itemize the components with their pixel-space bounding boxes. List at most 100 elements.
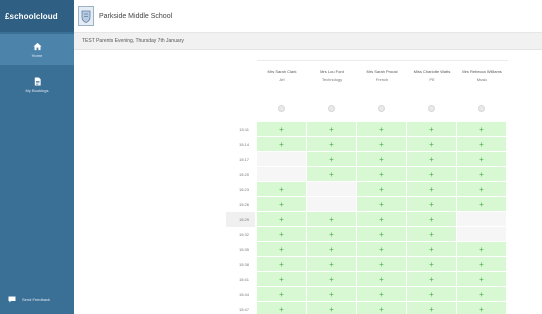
book-slot-button[interactable]: +	[257, 122, 306, 136]
send-feedback-button[interactable]: Send Feedback	[0, 291, 74, 307]
slot-time: 15:17	[238, 157, 249, 162]
event-title: TEST Parents Evening, Thursday 7th Janua…	[82, 38, 184, 44]
book-slot-button[interactable]: +	[407, 167, 456, 181]
book-slot-button[interactable]: +	[407, 302, 456, 314]
book-slot-button[interactable]: +	[257, 182, 306, 196]
slot-time: 15:32	[238, 232, 249, 237]
book-slot-button[interactable]: +	[457, 167, 506, 181]
slot-time: 15:44	[238, 292, 249, 297]
book-slot-button[interactable]: +	[307, 227, 356, 241]
book-slot-button[interactable]: +	[257, 197, 306, 211]
book-slot-button[interactable]: +	[457, 197, 506, 211]
book-slot-button[interactable]: +	[257, 242, 306, 256]
book-slot-button[interactable]: +	[307, 257, 356, 271]
book-slot-button[interactable]: +	[307, 302, 356, 314]
book-slot-button[interactable]: +	[457, 242, 506, 256]
book-slot-button[interactable]: +	[357, 197, 406, 211]
sidebar-item-label: Home	[31, 53, 43, 58]
book-slot-button[interactable]: +	[457, 182, 506, 196]
time-slot-row: 15:26 + + + +	[226, 197, 508, 212]
book-slot-button[interactable]: +	[407, 242, 456, 256]
slot-time: 15:35	[238, 247, 249, 252]
teacher-header-row: Mrs Sarah Clark Art Mrs Lou Ford Technology…	[257, 60, 508, 125]
book-slot-button[interactable]: +	[357, 272, 406, 286]
book-slot-button[interactable]: +	[257, 137, 306, 151]
teacher-column-header: Mrs Sarah Clark Art	[257, 61, 307, 126]
book-slot-button[interactable]: +	[407, 227, 456, 241]
book-slot-button[interactable]: +	[407, 182, 456, 196]
teacher-name: Mrs Sarah Clark	[267, 69, 297, 74]
book-slot-button[interactable]: +	[407, 197, 456, 211]
book-slot-button[interactable]: +	[357, 257, 406, 271]
slot-time: 15:11	[239, 127, 249, 132]
book-slot-button[interactable]: +	[407, 152, 456, 166]
chat-icon	[8, 296, 16, 302]
book-slot-button[interactable]: +	[257, 302, 306, 314]
book-slot-button[interactable]: +	[357, 227, 406, 241]
teacher-subject: PE	[429, 77, 435, 82]
select-teacher-radio[interactable]	[478, 105, 485, 112]
book-slot-button[interactable]: +	[357, 167, 406, 181]
book-slot-button[interactable]: +	[257, 212, 306, 226]
book-slot-button[interactable]: +	[307, 212, 356, 226]
book-slot-button[interactable]: +	[307, 242, 356, 256]
book-slot-button[interactable]: +	[357, 302, 406, 314]
book-slot-button[interactable]: +	[307, 137, 356, 151]
book-slot-button[interactable]: +	[357, 122, 406, 136]
time-slot-row: 15:14 + + + + +	[226, 137, 508, 152]
book-slot-button[interactable]: +	[357, 137, 406, 151]
book-slot-button[interactable]: +	[457, 287, 506, 301]
book-slot-button[interactable]: +	[357, 212, 406, 226]
book-slot-button[interactable]: +	[257, 257, 306, 271]
book-slot-button[interactable]: +	[307, 167, 356, 181]
unavailable-slot	[257, 167, 306, 181]
book-slot-button[interactable]: +	[457, 302, 506, 314]
book-slot-button[interactable]: +	[457, 257, 506, 271]
book-slot-button[interactable]: +	[457, 137, 506, 151]
teacher-subject: Art	[279, 77, 285, 82]
book-slot-button[interactable]: +	[407, 122, 456, 136]
book-slot-button[interactable]: +	[457, 122, 506, 136]
time-slot-row: 15:47 + + + + +	[226, 302, 508, 314]
slot-time: 15:23	[238, 187, 249, 192]
book-slot-button[interactable]: +	[307, 272, 356, 286]
book-slot-button[interactable]: +	[357, 152, 406, 166]
send-feedback-label: Send Feedback	[22, 296, 51, 302]
time-slot-row: 15:20 + + + +	[226, 167, 508, 182]
book-slot-button[interactable]: +	[407, 137, 456, 151]
time-slot-row: 15:35 + + + + +	[226, 242, 508, 257]
book-slot-button[interactable]: +	[407, 287, 456, 301]
book-slot-button[interactable]: +	[407, 272, 456, 286]
book-slot-button[interactable]: +	[307, 287, 356, 301]
slot-time: 15:47	[238, 307, 249, 312]
app-logo-text: £schoolcloud	[5, 11, 58, 21]
book-slot-button[interactable]: +	[357, 242, 406, 256]
book-slot-button[interactable]: +	[407, 257, 456, 271]
sidebar: £schoolcloud Home My Bookings Send Feedb…	[0, 0, 74, 314]
time-slot-row: 15:44 + + + + +	[226, 287, 508, 302]
book-slot-button[interactable]: +	[457, 272, 506, 286]
book-slot-button[interactable]: +	[357, 182, 406, 196]
sidebar-item-my-bookings[interactable]: My Bookings	[0, 77, 74, 101]
app-logo[interactable]: £schoolcloud	[0, 0, 74, 32]
book-slot-button[interactable]: +	[407, 212, 456, 226]
book-slot-button[interactable]: +	[357, 287, 406, 301]
select-teacher-radio[interactable]	[428, 105, 435, 112]
select-teacher-radio[interactable]	[278, 105, 285, 112]
teacher-column-header: Mrs Sarah Proust French	[357, 61, 407, 126]
book-slot-button[interactable]: +	[257, 287, 306, 301]
book-slot-button[interactable]: +	[307, 152, 356, 166]
select-teacher-radio[interactable]	[328, 105, 335, 112]
sidebar-item-home[interactable]: Home	[0, 34, 74, 65]
sidebar-item-label: My Bookings	[25, 88, 49, 93]
slot-time: 15:14	[238, 142, 249, 147]
book-slot-button[interactable]: +	[257, 227, 306, 241]
time-slot-row: 15:38 + + + + +	[226, 257, 508, 272]
select-teacher-radio[interactable]	[378, 105, 385, 112]
unavailable-slot	[457, 212, 506, 226]
book-slot-button[interactable]: +	[257, 272, 306, 286]
top-bar: Parkside Middle School	[74, 0, 542, 33]
teacher-subject: Music	[476, 77, 488, 82]
book-slot-button[interactable]: +	[457, 152, 506, 166]
book-slot-button[interactable]: +	[307, 122, 356, 136]
